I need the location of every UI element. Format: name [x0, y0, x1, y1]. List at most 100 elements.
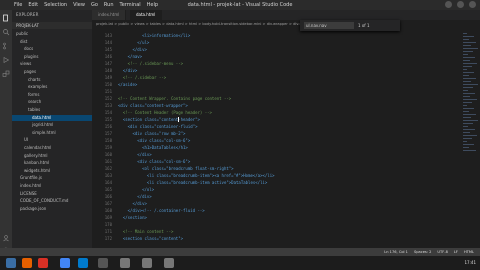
minimize-button[interactable]: [445, 1, 452, 8]
find-input[interactable]: [304, 22, 354, 29]
tree-item[interactable]: charts: [12, 77, 40, 83]
indentation[interactable]: Spaces: 2: [414, 248, 431, 256]
menu-selection[interactable]: Selection: [44, 0, 67, 10]
tree-item[interactable]: search: [12, 99, 41, 105]
menu-edit[interactable]: Edit: [28, 0, 38, 10]
files-icon[interactable]: [2, 14, 10, 22]
tree-item[interactable]: examples: [12, 84, 47, 90]
code-line[interactable]: </div>: [118, 68, 137, 74]
tree-item[interactable]: pages: [12, 69, 36, 75]
run-debug-icon[interactable]: [2, 56, 10, 64]
code-line[interactable]: </ol>: [118, 187, 154, 193]
clock: 17:41: [464, 260, 476, 265]
code-line[interactable]: </div>: [118, 152, 151, 158]
code-line[interactable]: <section class="content">: [118, 236, 183, 242]
tab-data-html[interactable]: data.html: [130, 10, 163, 20]
search-icon[interactable]: [2, 28, 10, 36]
source-control-icon[interactable]: [2, 42, 10, 50]
cursor-position[interactable]: Ln 176, Col 1: [384, 248, 408, 256]
menu-run[interactable]: Run: [104, 0, 114, 10]
menu-terminal[interactable]: Terminal: [120, 0, 141, 10]
code-line[interactable]: <!-- /.sidebar -->: [118, 75, 166, 81]
line-number: 155: [104, 117, 112, 122]
tree-item[interactable]: tables: [12, 107, 40, 113]
code-line[interactable]: <!-- Main content -->: [118, 229, 174, 235]
code-line[interactable]: <li class="breadcrumb-item"><a href="#">…: [118, 173, 275, 179]
tree-item[interactable]: UI: [12, 137, 28, 143]
code-line[interactable]: </div><!-- /.container-fluid -->: [118, 208, 205, 214]
extensions-icon[interactable]: [2, 70, 10, 78]
tree-item[interactable]: dist: [12, 39, 27, 45]
tree-item[interactable]: LICENSE: [12, 191, 37, 197]
settings-app-icon[interactable]: [142, 258, 152, 268]
end-of-line[interactable]: LF: [454, 248, 458, 256]
minimap[interactable]: [462, 31, 480, 248]
menu-view[interactable]: View: [73, 0, 85, 10]
tree-item[interactable]: package.json: [12, 206, 46, 212]
code-line[interactable]: <!-- Content Wrapper. Contains page cont…: [118, 96, 231, 102]
minimap-line: [463, 141, 467, 142]
tree-item[interactable]: docs: [12, 46, 33, 52]
maximize-button[interactable]: [457, 1, 464, 8]
app-tray-icon[interactable]: [164, 258, 174, 268]
status-bar: Ln 176, Col 1 Spaces: 2 UTF-8 LF HTML: [0, 248, 480, 256]
code-line[interactable]: </div>: [118, 201, 146, 207]
account-icon[interactable]: [2, 234, 10, 242]
tree-item[interactable]: kanban.html: [12, 160, 49, 166]
code-editor[interactable]: 143 <li>information</li> 144 </ul> 145 </d…: [92, 31, 462, 248]
menu-go[interactable]: Go: [91, 0, 98, 10]
tree-item[interactable]: views: [12, 61, 31, 67]
code-line[interactable]: </div>: [118, 47, 146, 53]
tree-item[interactable]: simple.html: [12, 130, 56, 136]
tree-item[interactable]: Gruntfile.js: [12, 175, 42, 181]
code-line[interactable]: <!-- Content Header (Page header) -->: [118, 110, 212, 116]
vscode-icon[interactable]: [78, 258, 88, 268]
code-line[interactable]: <li>information</li>: [118, 33, 190, 39]
code-line[interactable]: <li class="breadcrumb-item active">DataT…: [118, 180, 267, 186]
start-menu-icon[interactable]: [6, 258, 16, 268]
menu-file[interactable]: File: [14, 0, 22, 10]
tree-item[interactable]: CODE_OF_CONDUCT.md: [12, 198, 68, 204]
line-number: 172: [104, 236, 112, 241]
chrome-icon[interactable]: [60, 258, 70, 268]
code-line[interactable]: <!-- /.sidebar-menu -->: [118, 61, 183, 67]
code-line[interactable]: <div class="container-fluid">: [118, 124, 198, 130]
minimap-line: [463, 93, 475, 94]
app-icon[interactable]: [38, 258, 48, 268]
code-line[interactable]: </nav>: [118, 54, 142, 60]
tree-item[interactable]: plugins: [12, 54, 38, 60]
tree-item[interactable]: index.html: [12, 183, 41, 189]
tree-item[interactable]: calendar.html: [12, 145, 51, 151]
minimap-line: [463, 96, 470, 97]
close-button[interactable]: [469, 1, 476, 8]
line-number: 149: [104, 75, 112, 80]
terminal-icon[interactable]: [120, 258, 130, 268]
code-line[interactable]: <div class="col-sm-6">: [118, 159, 190, 165]
files-app-icon[interactable]: [98, 258, 108, 268]
minimap-line: [463, 117, 471, 118]
tree-item[interactable]: widgets.html: [12, 168, 50, 174]
explorer-section-header[interactable]: PROJEK-LAT: [12, 22, 92, 29]
tab-index-html[interactable]: index.html: [92, 10, 127, 20]
language-mode[interactable]: HTML: [464, 248, 474, 256]
tree-item[interactable]: gallery.html: [12, 153, 48, 159]
code-line[interactable]: </ul>: [118, 40, 149, 46]
menu-help[interactable]: Help: [147, 0, 158, 10]
code-line[interactable]: <section class="content-header">: [118, 117, 200, 123]
code-line[interactable]: </div>: [118, 194, 151, 200]
code-line[interactable]: <h1>DataTables</h1>: [118, 145, 188, 151]
code-line[interactable]: <div class="content-wrapper">: [118, 103, 188, 109]
line-number: 153: [104, 103, 112, 108]
tree-item[interactable]: jsgrid.html: [12, 122, 53, 128]
code-line[interactable]: </section>: [118, 215, 147, 221]
code-line[interactable]: <ol class="breadcrumb float-sm-right">: [118, 166, 234, 172]
code-line[interactable]: </aside>: [118, 82, 137, 88]
tree-item[interactable]: public: [12, 31, 28, 37]
minimap-line: [463, 33, 467, 34]
firefox-icon[interactable]: [22, 258, 32, 268]
tree-item[interactable]: forms: [12, 92, 39, 98]
breadcrumb[interactable]: projek-lat > public > views > tables > d…: [96, 21, 476, 28]
encoding[interactable]: UTF-8: [437, 248, 447, 256]
code-line[interactable]: <div class="col-sm-6">: [118, 138, 190, 144]
code-line[interactable]: <div class="row mb-2">: [118, 131, 185, 137]
